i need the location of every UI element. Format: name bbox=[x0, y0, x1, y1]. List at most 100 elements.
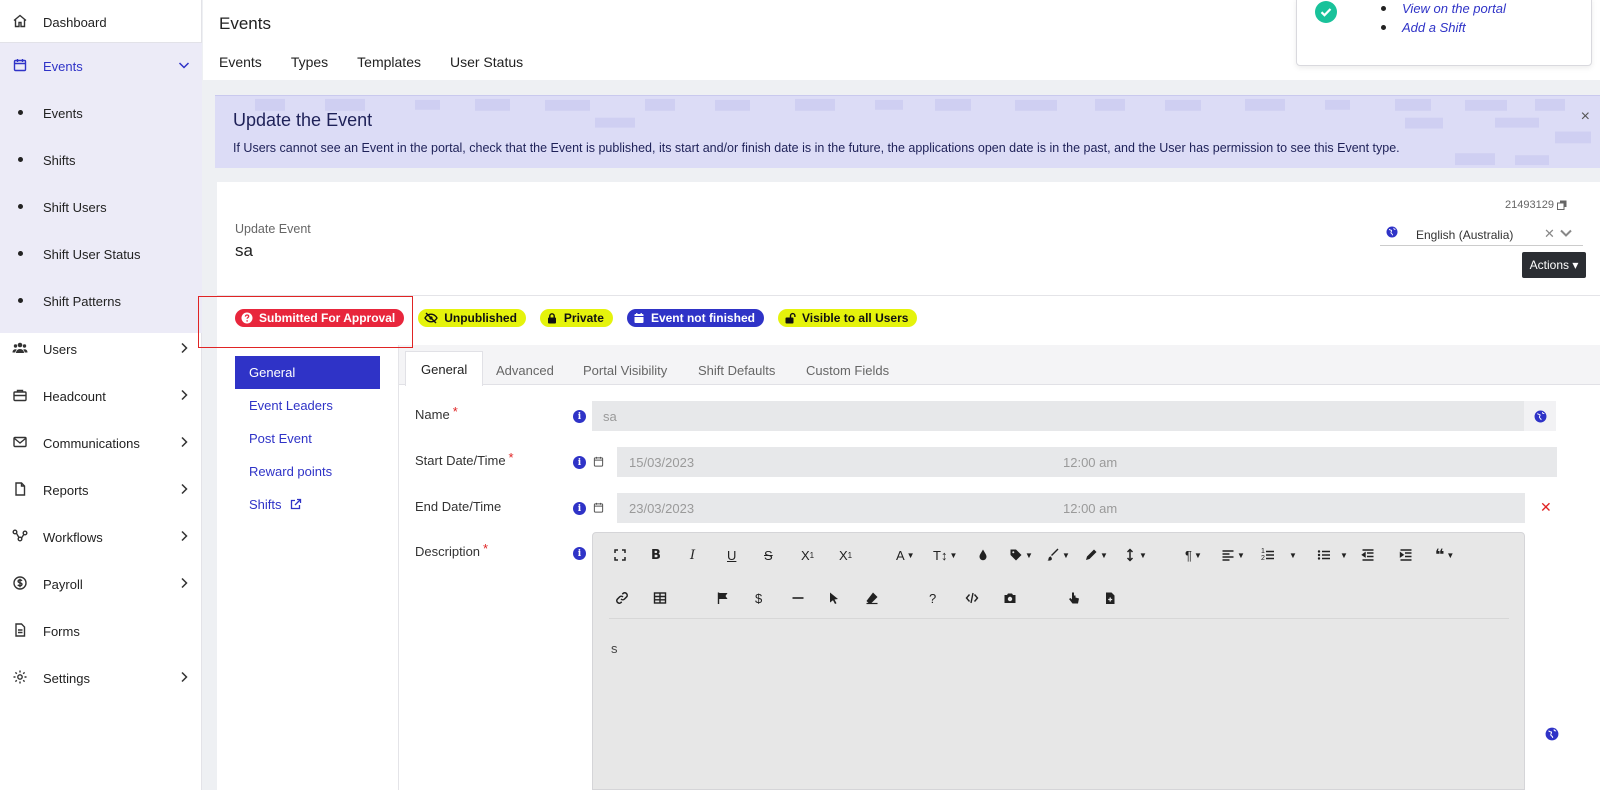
form-tab-advanced[interactable]: Advanced bbox=[496, 355, 554, 385]
form-tab-portal-visibility[interactable]: Portal Visibility bbox=[583, 355, 667, 385]
section-shifts-label: Shifts bbox=[249, 497, 282, 512]
globe-icon[interactable] bbox=[1545, 727, 1559, 741]
sidebar-subitem-shift-patterns[interactable]: Shift Patterns bbox=[0, 279, 202, 323]
font-size-icon[interactable]: A ▼ bbox=[896, 544, 915, 566]
link-icon[interactable] bbox=[615, 587, 629, 609]
bullet-icon bbox=[18, 157, 23, 162]
camera-icon[interactable] bbox=[1003, 587, 1017, 609]
start-datetime-label: Start Date/Time * bbox=[415, 450, 514, 468]
info-icon[interactable]: i bbox=[573, 410, 586, 423]
section-event-leaders[interactable]: Event Leaders bbox=[235, 389, 380, 422]
fullscreen-icon[interactable] bbox=[613, 544, 627, 566]
color-drop-icon[interactable] bbox=[976, 544, 990, 566]
hand-pointer-icon[interactable] bbox=[1067, 587, 1081, 609]
sidebar-item-payroll[interactable]: Payroll bbox=[0, 562, 202, 606]
indent-icon[interactable] bbox=[1399, 544, 1413, 566]
sidebar-subitem-events[interactable]: Events bbox=[0, 91, 202, 135]
sidebar-subitem-label: Shift Users bbox=[43, 199, 107, 215]
name-input[interactable]: sa bbox=[592, 401, 1524, 431]
sidebar-subitem-shift-users[interactable]: Shift Users bbox=[0, 185, 202, 229]
line-height-text-icon[interactable]: T↕ ▼ bbox=[933, 544, 957, 566]
clear-end-date-icon[interactable]: ✕ bbox=[1540, 499, 1552, 516]
view-on-portal-link[interactable]: View on the portal bbox=[1381, 0, 1506, 18]
section-post-event[interactable]: Post Event bbox=[235, 422, 380, 455]
sidebar-item-communications[interactable]: Communications bbox=[0, 421, 202, 465]
calendar-icon[interactable] bbox=[593, 502, 604, 513]
italic-icon[interactable]: I bbox=[690, 544, 695, 566]
section-general[interactable]: General bbox=[235, 356, 380, 389]
add-file-icon[interactable] bbox=[1103, 587, 1117, 609]
form-tab-custom-fields[interactable]: Custom Fields bbox=[806, 355, 889, 385]
line-height-icon[interactable]: ▼ bbox=[1123, 544, 1147, 566]
code-icon[interactable] bbox=[965, 587, 979, 609]
sidebar-item-headcount[interactable]: Headcount bbox=[0, 374, 202, 418]
section-reward-points[interactable]: Reward points bbox=[235, 455, 380, 488]
end-time-value: 12:00 am bbox=[1063, 500, 1118, 516]
bold-icon[interactable]: B bbox=[651, 544, 661, 566]
tab-events[interactable]: Events bbox=[219, 54, 262, 70]
sidebar-item-users[interactable]: Users bbox=[0, 327, 202, 371]
tab-templates[interactable]: Templates bbox=[357, 54, 421, 70]
translate-button[interactable] bbox=[1524, 401, 1556, 431]
strikethrough-icon[interactable]: S bbox=[764, 544, 773, 566]
required-marker: * bbox=[508, 450, 514, 465]
ordered-list-icon[interactable]: 12 bbox=[1261, 544, 1275, 566]
form-tab-shift-defaults[interactable]: Shift Defaults bbox=[698, 355, 775, 385]
calendar-icon[interactable] bbox=[593, 456, 604, 467]
bullet-list-icon[interactable] bbox=[1317, 544, 1331, 566]
dropdown-caret-icon[interactable]: ▼ bbox=[1338, 544, 1348, 566]
highlight-box bbox=[198, 296, 413, 348]
info-icon[interactable]: i bbox=[573, 456, 586, 469]
cursor-icon[interactable] bbox=[827, 587, 841, 609]
add-shift-link[interactable]: Add a Shift bbox=[1381, 18, 1506, 37]
page-title: Events bbox=[219, 14, 271, 33]
sidebar-subitem-shifts[interactable]: Shifts bbox=[0, 138, 202, 182]
align-icon[interactable]: ▼ bbox=[1221, 544, 1245, 566]
sidebar-item-dashboard[interactable]: Dashboard bbox=[0, 0, 202, 44]
sidebar-item-reports[interactable]: Reports bbox=[0, 468, 202, 512]
end-date-input[interactable]: 23/03/2023 12:00 am bbox=[617, 493, 1525, 523]
help-icon[interactable]: ? bbox=[929, 587, 936, 609]
eraser-icon[interactable] bbox=[865, 587, 879, 609]
alert-text: If Users cannot see an Event in the port… bbox=[233, 141, 1400, 155]
language-select[interactable]: English (Australia) ✕ bbox=[1380, 222, 1583, 246]
paragraph-icon[interactable]: ¶ ▼ bbox=[1185, 544, 1202, 566]
subscript-icon[interactable]: X1 bbox=[801, 544, 814, 566]
tab-user-status[interactable]: User Status bbox=[450, 54, 523, 70]
status-badge-visible: Visible to all Users bbox=[777, 309, 918, 327]
start-date-input[interactable]: 15/03/2023 12:00 am bbox=[617, 447, 1557, 477]
flag-icon[interactable] bbox=[716, 587, 730, 609]
dollar-icon[interactable]: $ bbox=[755, 587, 762, 609]
tag-icon[interactable]: ▼ bbox=[1009, 544, 1033, 566]
sidebar-subitem-shift-user-status[interactable]: Shift User Status bbox=[0, 232, 202, 276]
sidebar-item-settings[interactable]: Settings bbox=[0, 656, 202, 700]
sidebar-item-events[interactable]: Events bbox=[0, 44, 202, 88]
info-icon[interactable]: i bbox=[573, 547, 586, 560]
superscript-icon[interactable]: X1 bbox=[839, 544, 852, 566]
table-icon[interactable] bbox=[653, 587, 667, 609]
editor-toolbar-row-1: B I U S X1 X1 A ▼ T↕ ▼ ▼ ▼ ▼ ▼ ¶ ▼ ▼ 12 ▼ ▼ bbox=[593, 544, 1526, 566]
dropdown-caret-icon[interactable]: ▼ bbox=[1287, 544, 1297, 566]
sidebar-item-workflows[interactable]: Workflows bbox=[0, 515, 202, 559]
section-shifts[interactable]: Shifts bbox=[235, 488, 380, 521]
close-icon[interactable]: × bbox=[1581, 108, 1590, 126]
horizontal-rule-icon[interactable] bbox=[791, 587, 805, 609]
sidebar-item-forms[interactable]: Forms bbox=[0, 609, 202, 653]
tab-types[interactable]: Types bbox=[291, 54, 328, 70]
underline-icon[interactable]: U bbox=[727, 544, 736, 566]
sidebar-item-label: Payroll bbox=[43, 576, 83, 592]
chevron-down-icon[interactable] bbox=[1559, 227, 1573, 239]
clear-icon[interactable]: ✕ bbox=[1544, 226, 1555, 242]
description-editor[interactable]: B I U S X1 X1 A ▼ T↕ ▼ ▼ ▼ ▼ ▼ ¶ ▼ ▼ 12 ▼ ▼ bbox=[592, 532, 1525, 790]
brush-icon[interactable]: ▼ bbox=[1046, 544, 1070, 566]
description-content[interactable]: s bbox=[611, 641, 618, 656]
record-id[interactable]: 21493129 bbox=[1505, 199, 1567, 211]
pencil-icon[interactable]: ▼ bbox=[1084, 544, 1108, 566]
success-popup: View on the portal Add a Shift bbox=[1296, 0, 1592, 66]
outdent-icon[interactable] bbox=[1361, 544, 1375, 566]
actions-button[interactable]: Actions ▾ bbox=[1522, 252, 1586, 278]
quote-icon[interactable]: ❝ ▼ bbox=[1435, 544, 1454, 566]
form-tab-general[interactable]: General bbox=[405, 351, 484, 386]
sidebar-subitem-label: Shift Patterns bbox=[43, 293, 122, 309]
info-icon[interactable]: i bbox=[573, 502, 586, 515]
